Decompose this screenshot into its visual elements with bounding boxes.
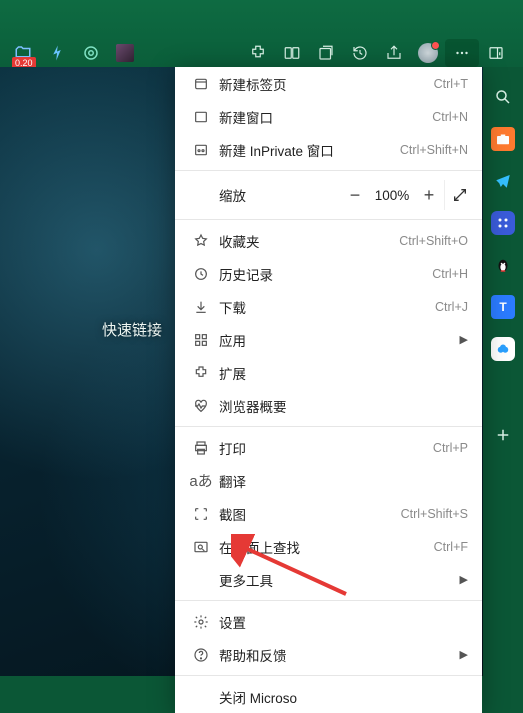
new-tab-icon (189, 76, 213, 92)
label: 缩放 (189, 185, 340, 205)
shortcut: Ctrl+Shift+N (400, 143, 468, 157)
label: 关闭 Microso (213, 687, 468, 707)
shortcut: Ctrl+P (433, 441, 468, 455)
history-icon (189, 266, 213, 282)
shortcut: Ctrl+Shift+O (399, 234, 468, 248)
chevron-right-icon: ▶ (460, 573, 468, 586)
menu-close-browser[interactable]: 关闭 Microso (175, 680, 482, 713)
menu-translate: aあ 翻译 (175, 464, 482, 497)
t-app-icon[interactable]: T (491, 295, 515, 319)
menu-extensions[interactable]: 扩展 (175, 356, 482, 389)
browser-toolbar: 0.20 (0, 0, 523, 67)
cloud-app-icon[interactable] (491, 337, 515, 361)
translate-icon: aあ (189, 470, 213, 491)
shortcut: Ctrl+J (435, 300, 468, 314)
label: 新建 InPrivate 窗口 (213, 140, 400, 160)
more-button[interactable] (445, 39, 479, 67)
print-icon (189, 440, 213, 456)
collections-icon[interactable] (309, 39, 343, 67)
download-icon (189, 299, 213, 315)
label: 新建标签页 (213, 74, 434, 94)
label: 扩展 (213, 363, 468, 383)
sidebar-toggle-icon[interactable] (479, 39, 513, 67)
quick-links-label: 快速链接 (102, 319, 162, 340)
zoom-out-button[interactable]: − (340, 180, 370, 210)
menu-zoom: 缩放 − 100% + (175, 175, 482, 215)
label: 新建窗口 (213, 107, 432, 127)
menu-new-tab[interactable]: 新建标签页 Ctrl+T (175, 67, 482, 100)
apps-icon (189, 332, 213, 348)
menu-downloads[interactable]: 下载 Ctrl+J (175, 290, 482, 323)
extensions-icon[interactable] (241, 39, 275, 67)
menu-favorites[interactable]: 收藏夹 Ctrl+Shift+O (175, 224, 482, 257)
label: 下载 (213, 297, 435, 317)
leaf-icon[interactable] (40, 39, 74, 67)
menu-settings[interactable]: 设置 (175, 605, 482, 638)
label: 收藏夹 (213, 231, 399, 251)
toolbar-icons: 0.20 (0, 38, 523, 67)
chevron-right-icon: ▶ (460, 333, 468, 346)
menu-screenshot[interactable]: 截图 Ctrl+Shift+S (175, 497, 482, 530)
label: 浏览器概要 (213, 396, 468, 416)
label: 历史记录 (213, 264, 432, 284)
shortcut: Ctrl+F (434, 540, 468, 554)
browser-menu: 新建标签页 Ctrl+T 新建窗口 Ctrl+N 新建 InPrivate 窗口… (175, 67, 482, 713)
new-window-icon (189, 109, 213, 125)
avatar-tab-icon[interactable] (108, 39, 142, 67)
menu-new-window[interactable]: 新建窗口 Ctrl+N (175, 100, 482, 133)
app-icon[interactable] (74, 39, 108, 67)
chevron-right-icon: ▶ (460, 648, 468, 661)
zoom-in-button[interactable]: + (414, 180, 444, 210)
heartbeat-icon (189, 398, 213, 414)
menu-find[interactable]: 在页面上查找 Ctrl+F (175, 530, 482, 563)
menu-help[interactable]: 帮助和反馈 ▶ (175, 638, 482, 671)
label: 应用 (213, 330, 460, 350)
app-grid-icon[interactable] (491, 211, 515, 235)
history-icon[interactable] (343, 39, 377, 67)
gear-icon (189, 614, 213, 630)
find-icon (189, 539, 213, 555)
fullscreen-button[interactable] (444, 180, 474, 210)
shortcut: Ctrl+Shift+S (401, 507, 468, 521)
menu-more-tools[interactable]: 更多工具 ▶ (175, 563, 482, 596)
telegram-icon[interactable] (491, 169, 515, 193)
label: 帮助和反馈 (213, 645, 460, 665)
label: 截图 (213, 504, 401, 524)
shortcut: Ctrl+T (434, 77, 468, 91)
label: 翻译 (213, 471, 468, 491)
penguin-icon[interactable] (491, 253, 515, 277)
menu-new-inprivate[interactable]: 新建 InPrivate 窗口 Ctrl+Shift+N (175, 133, 482, 166)
menu-browser-essentials[interactable]: 浏览器概要 (175, 389, 482, 422)
label: 设置 (213, 612, 468, 632)
label: 打印 (213, 438, 433, 458)
shortcut: Ctrl+H (432, 267, 468, 281)
screenshot-icon (189, 506, 213, 522)
menu-history[interactable]: 历史记录 Ctrl+H (175, 257, 482, 290)
briefcase-icon[interactable] (491, 127, 515, 151)
share-icon[interactable] (377, 39, 411, 67)
split-screen-icon[interactable] (275, 39, 309, 67)
profile-avatar[interactable] (411, 39, 445, 67)
zoom-percent: 100% (370, 188, 414, 203)
label: 更多工具 (213, 570, 460, 590)
add-sidebar-icon[interactable] (491, 423, 515, 447)
extensions-icon (189, 365, 213, 381)
inprivate-icon (189, 142, 213, 158)
help-icon (189, 647, 213, 663)
menu-print[interactable]: 打印 Ctrl+P (175, 431, 482, 464)
menu-apps[interactable]: 应用 ▶ (175, 323, 482, 356)
right-sidebar: T (483, 67, 523, 676)
shortcut: Ctrl+N (432, 110, 468, 124)
label: 在页面上查找 (213, 537, 434, 557)
folder-icon[interactable]: 0.20 (6, 39, 40, 67)
star-icon (189, 233, 213, 249)
search-icon[interactable] (491, 85, 515, 109)
